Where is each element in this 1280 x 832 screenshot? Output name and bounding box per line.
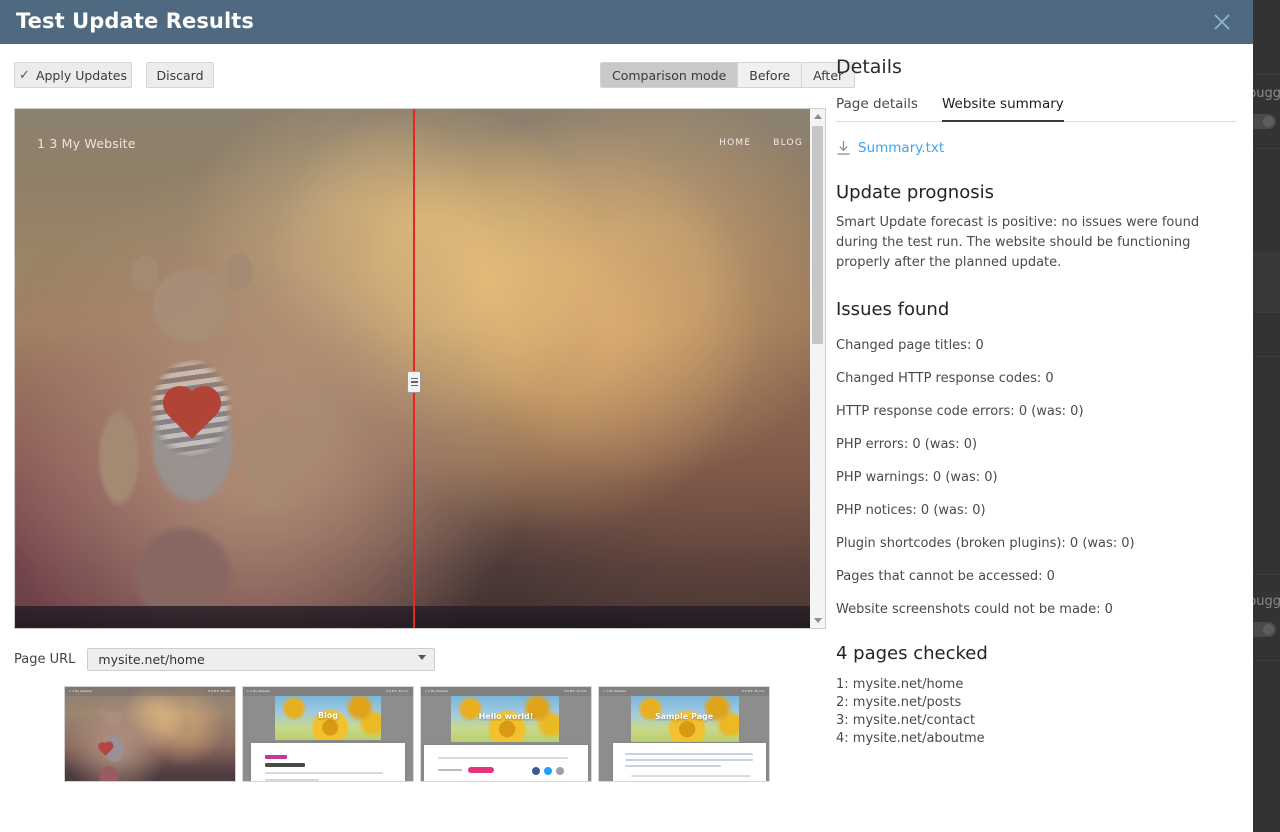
thumbnail-nav: HOME BLOG	[564, 689, 587, 693]
check-icon: ✓	[19, 68, 30, 83]
mode-before[interactable]: Before	[738, 63, 802, 87]
summary-download-link[interactable]: Summary.txt	[836, 140, 1236, 156]
mode-comparison[interactable]: Comparison mode	[601, 63, 738, 87]
thumbnail-site-title: 1 3 My Website	[603, 689, 626, 693]
handle-grip-line	[411, 381, 418, 383]
thumbnail-content-card	[251, 743, 405, 782]
page-url-label: Page URL	[14, 652, 75, 667]
page-url-select[interactable]: mysite.net/home	[87, 648, 435, 671]
issue-item: Changed page titles: 0	[836, 338, 1236, 353]
preview-site-nav: HOME BLOG	[719, 138, 803, 148]
thumbnail-nav: HOME BLOG	[208, 689, 231, 693]
thumbnail-aboutme[interactable]: Sample Page 1 3 My Website HOME BLOG	[598, 686, 770, 782]
scroll-up-icon[interactable]	[810, 109, 825, 124]
issue-item: Plugin shortcodes (broken plugins): 0 (w…	[836, 536, 1236, 551]
scrollbar-thumb[interactable]	[812, 126, 823, 344]
view-mode-switch: Comparison mode Before After	[600, 62, 855, 88]
details-panel: Details Page details Website summary Sum…	[836, 56, 1236, 748]
details-heading: Details	[836, 56, 1236, 78]
close-icon[interactable]	[1211, 11, 1233, 33]
preview-nav-blog[interactable]: BLOG	[773, 138, 803, 148]
thumbnail-content-card	[424, 745, 588, 782]
preview-after-tint	[15, 109, 825, 628]
issue-item: PHP notices: 0 (was: 0)	[836, 503, 1236, 518]
issue-item: Website screenshots could not be made: 0	[836, 602, 1236, 617]
page-item: 4: mysite.net/aboutme	[836, 730, 1236, 748]
page-item: 2: mysite.net/posts	[836, 694, 1236, 712]
summary-download-label: Summary.txt	[858, 140, 944, 156]
thumbnail-tint	[65, 687, 235, 781]
page-url-value: mysite.net/home	[98, 652, 204, 667]
thumbnail-nav: HOME BLOG	[742, 689, 765, 693]
discard-label: Discard	[157, 68, 204, 83]
pages-checked-heading: 4 pages checked	[836, 643, 1236, 664]
issue-item: PHP warnings: 0 (was: 0)	[836, 470, 1236, 485]
preview-scrollbar[interactable]	[810, 108, 826, 629]
thumbnail-content-card	[613, 743, 766, 782]
thumbnail-contact[interactable]: Hello world! 1 3 My Website HOME BLOG	[420, 686, 592, 782]
issue-item: HTTP response code errors: 0 (was: 0)	[836, 404, 1236, 419]
website-preview[interactable]: 1 3 My Website HOME BLOG	[14, 108, 826, 629]
issue-item: PHP errors: 0 (was: 0)	[836, 437, 1236, 452]
preview-nav-home[interactable]: HOME	[719, 138, 751, 148]
update-prognosis-heading: Update prognosis	[836, 182, 1236, 203]
issue-item: Changed HTTP response codes: 0	[836, 371, 1236, 386]
issues-found-heading: Issues found	[836, 299, 1236, 320]
page-thumbnail-list: 1 3 My Website HOME BLOG Blog 1 3 My Web…	[64, 686, 776, 782]
issue-item: Pages that cannot be accessed: 0	[836, 569, 1236, 584]
chevron-down-icon	[418, 655, 426, 660]
handle-grip-line	[411, 378, 418, 380]
thumbnail-hero-label: Blog	[243, 711, 413, 720]
tab-page-details[interactable]: Page details	[836, 96, 918, 122]
download-icon	[836, 140, 851, 156]
thumbnail-nav: HOME BLOG	[386, 689, 409, 693]
page-item: 1: mysite.net/home	[836, 676, 1236, 694]
thumbnail-site-title: 1 3 My Website	[69, 689, 92, 693]
comparison-slider-line	[413, 109, 415, 628]
thumbnail-site-title: 1 3 My Website	[425, 689, 448, 693]
page-url-row: Page URL mysite.net/home	[14, 648, 435, 671]
page-item: 3: mysite.net/contact	[836, 712, 1236, 730]
comparison-slider-handle[interactable]	[407, 371, 421, 393]
thumbnail-site-title: 1 3 My Website	[247, 689, 270, 693]
test-update-results-dialog: Test Update Results ✓ Apply Updates Disc…	[0, 0, 1253, 832]
apply-updates-label: Apply Updates	[36, 68, 127, 83]
thumbnail-hero-label: Sample Page	[599, 712, 769, 721]
page-title: Test Update Results	[16, 9, 254, 33]
handle-grip-line	[411, 385, 418, 387]
discard-button[interactable]: Discard	[146, 62, 214, 88]
dialog-header: Test Update Results	[0, 0, 1253, 44]
scroll-down-icon[interactable]	[810, 613, 825, 628]
thumbnail-posts[interactable]: Blog 1 3 My Website HOME BLOG	[242, 686, 414, 782]
preview-site-title: 1 3 My Website	[37, 136, 136, 151]
apply-updates-button[interactable]: ✓ Apply Updates	[14, 62, 132, 88]
preview-bottom-strip	[15, 606, 825, 628]
update-prognosis-text: Smart Update forecast is positive: no is…	[836, 213, 1226, 273]
thumbnail-hero-label: Hello world!	[421, 712, 591, 721]
tab-website-summary[interactable]: Website summary	[942, 96, 1064, 122]
thumbnail-home[interactable]: 1 3 My Website HOME BLOG	[64, 686, 236, 782]
pages-checked-list: 1: mysite.net/home 2: mysite.net/posts 3…	[836, 676, 1236, 748]
details-tabs: Page details Website summary	[836, 96, 1236, 122]
